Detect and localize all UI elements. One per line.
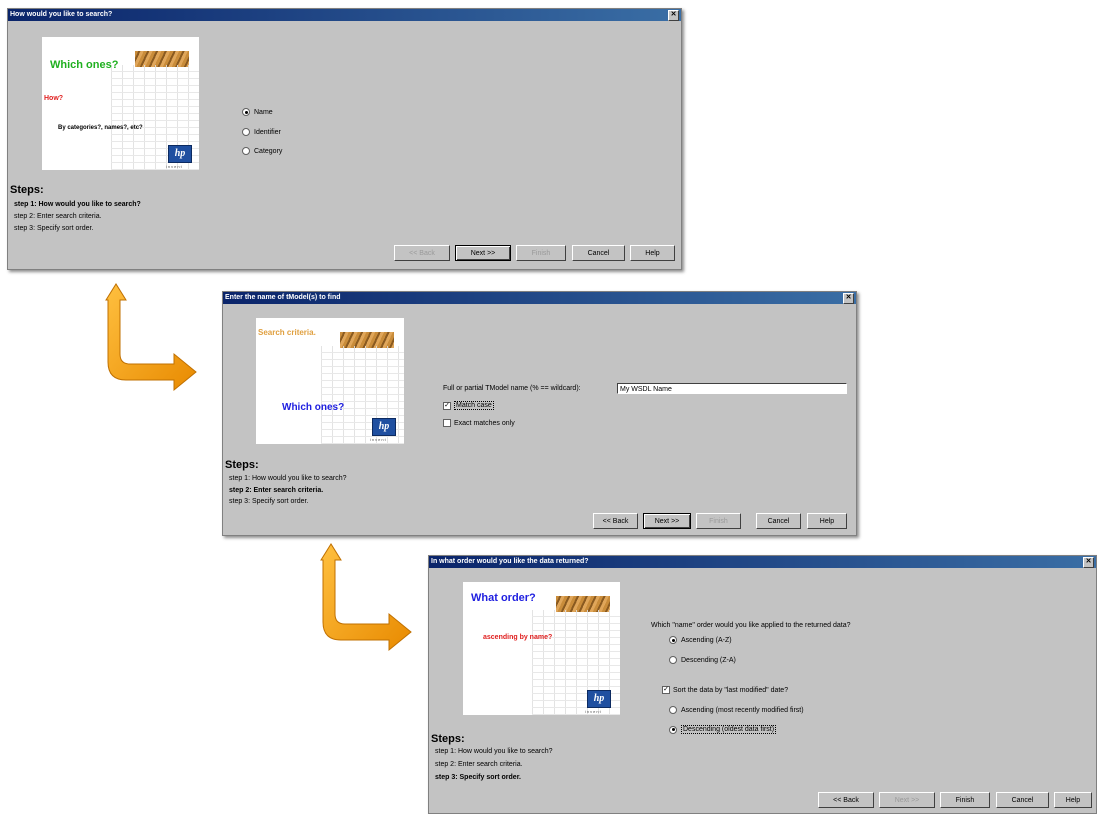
graphic-text-which-ones: Which ones? bbox=[50, 59, 119, 71]
steps-heading: Steps: bbox=[431, 733, 465, 745]
dialog-title: Enter the name of tModel(s) to find bbox=[225, 294, 341, 301]
radio-icon[interactable] bbox=[242, 128, 250, 136]
step-2: step 2: Enter search criteria. bbox=[14, 213, 102, 220]
help-button[interactable]: Help bbox=[1054, 792, 1092, 808]
graphic-text-ascending: ascending by name? bbox=[483, 634, 553, 641]
step-1: step 1: How would you like to search? bbox=[14, 201, 141, 208]
checkbox-checked-icon[interactable]: ✓ bbox=[443, 401, 451, 410]
wizard-graphic: What order? ascending by name? hp invent bbox=[463, 582, 620, 715]
radio-selected-icon[interactable] bbox=[242, 108, 250, 116]
hp-logo: hp bbox=[168, 145, 192, 163]
cancel-button[interactable]: Cancel bbox=[572, 245, 625, 261]
hp-logo: hp bbox=[587, 690, 611, 708]
finish-button[interactable]: Finish bbox=[516, 245, 566, 261]
cancel-button[interactable]: Cancel bbox=[756, 513, 801, 529]
steps-heading: Steps: bbox=[225, 459, 259, 471]
steps-heading: Steps: bbox=[10, 184, 44, 196]
next-button[interactable]: Next >> bbox=[879, 792, 935, 808]
wizard-graphic: Search criteria. Which ones? hp invent bbox=[256, 318, 404, 444]
help-button[interactable]: Help bbox=[807, 513, 847, 529]
radio-icon[interactable] bbox=[669, 706, 677, 714]
step-2: step 2: Enter search criteria. bbox=[229, 487, 324, 494]
dialog-search-method: How would you like to search? ✕ Which on… bbox=[7, 8, 682, 270]
next-button[interactable]: Next >> bbox=[643, 513, 691, 529]
finish-button[interactable]: Finish bbox=[940, 792, 990, 808]
graphic-text-search-criteria: Search criteria. bbox=[258, 328, 316, 337]
option-date-ascending[interactable]: Ascending (most recently modified first) bbox=[669, 706, 804, 714]
dialog-title: How would you like to search? bbox=[10, 11, 113, 18]
graphic-text-which-ones: Which ones? bbox=[282, 402, 345, 413]
graphic-text-by-categories: By categories?, names?, etc? bbox=[58, 125, 143, 131]
wizard-graphic: Which ones? How? By categories?, names?,… bbox=[42, 37, 199, 170]
step-3: step 3: Specify sort order. bbox=[14, 225, 94, 232]
step-3: step 3: Specify sort order. bbox=[229, 498, 309, 505]
back-button[interactable]: << Back bbox=[394, 245, 450, 261]
title-bar: In what order would you like the data re… bbox=[429, 556, 1096, 568]
tmodel-name-label: Full or partial TModel name (% == wildca… bbox=[443, 385, 581, 392]
close-icon[interactable]: ✕ bbox=[843, 293, 854, 304]
option-ascending-az[interactable]: Ascending (A-Z) bbox=[669, 636, 732, 644]
radio-selected-icon[interactable] bbox=[669, 636, 677, 644]
radio-icon[interactable] bbox=[242, 147, 250, 155]
close-icon[interactable]: ✕ bbox=[1083, 557, 1094, 568]
cancel-button[interactable]: Cancel bbox=[996, 792, 1049, 808]
radio-icon[interactable] bbox=[669, 656, 677, 664]
next-button[interactable]: Next >> bbox=[455, 245, 511, 261]
finish-button[interactable]: Finish bbox=[696, 513, 741, 529]
back-button[interactable]: << Back bbox=[818, 792, 874, 808]
checkbox-checked-icon[interactable]: ✓ bbox=[662, 686, 670, 694]
hp-logo: hp bbox=[372, 418, 396, 436]
hp-logo-sub: invent bbox=[585, 709, 602, 714]
dialog-sort-order: In what order would you like the data re… bbox=[428, 555, 1097, 814]
step-2: step 2: Enter search criteria. bbox=[435, 761, 523, 768]
option-descending-za[interactable]: Descending (Z-A) bbox=[669, 656, 736, 664]
hp-logo-sub: invent bbox=[370, 437, 387, 442]
help-button[interactable]: Help bbox=[630, 245, 675, 261]
orange-arrow-icon bbox=[320, 543, 412, 652]
option-name[interactable]: Name bbox=[242, 108, 273, 116]
orange-arrow-icon bbox=[105, 283, 197, 392]
title-bar: Enter the name of tModel(s) to find ✕ bbox=[223, 292, 856, 304]
graphic-text-what-order: What order? bbox=[471, 592, 536, 604]
checkbox-icon[interactable] bbox=[443, 419, 451, 427]
title-bar: How would you like to search? ✕ bbox=[8, 9, 681, 21]
option-category[interactable]: Category bbox=[242, 147, 282, 155]
match-case-checkbox[interactable]: ✓ Match case bbox=[443, 401, 494, 410]
option-date-descending[interactable]: Descending (oldest data first) bbox=[669, 725, 777, 734]
radio-selected-icon[interactable] bbox=[669, 725, 677, 734]
sort-last-modified-checkbox[interactable]: ✓ Sort the data by "last modified" date? bbox=[662, 686, 788, 694]
tmodel-name-input[interactable]: My WSDL Name bbox=[617, 383, 847, 394]
hp-logo-sub: invent bbox=[166, 164, 183, 169]
name-order-question: Which "name" order would you like applie… bbox=[651, 622, 851, 629]
close-icon[interactable]: ✕ bbox=[668, 10, 679, 21]
step-1: step 1: How would you like to search? bbox=[435, 748, 553, 755]
dialog-search-criteria: Enter the name of tModel(s) to find ✕ Se… bbox=[222, 291, 857, 536]
option-identifier[interactable]: Identifier bbox=[242, 128, 281, 136]
graphic-text-how: How? bbox=[44, 95, 64, 102]
dialog-title: In what order would you like the data re… bbox=[431, 558, 589, 565]
back-button[interactable]: << Back bbox=[593, 513, 638, 529]
step-3: step 3: Specify sort order. bbox=[435, 774, 521, 781]
step-1: step 1: How would you like to search? bbox=[229, 475, 347, 482]
exact-matches-checkbox[interactable]: Exact matches only bbox=[443, 419, 515, 427]
